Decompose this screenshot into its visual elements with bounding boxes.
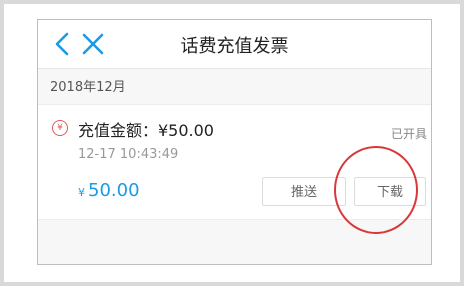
recharge-amount-label: 充值金额：¥50.00 — [78, 121, 214, 140]
invoice-record-card[interactable]: ¥ 充值金额：¥50.00 已开具 12-17 10:43:49 ¥50.00 … — [38, 104, 431, 220]
screenshot-frame: 话费充值发票 2018年12月 ¥ 充值金额：¥50.00 已开具 12-17 … — [4, 4, 460, 282]
download-button[interactable]: 下载 — [354, 177, 426, 206]
currency-symbol: ¥ — [78, 186, 85, 199]
header-bar: 话费充值发票 — [38, 20, 431, 69]
push-button[interactable]: 推送 — [262, 177, 346, 206]
month-section-header: 2018年12月 — [50, 80, 126, 95]
price-value: 50.00 — [88, 180, 140, 201]
status-badge: 已开具 — [390, 127, 427, 141]
price-amount: ¥50.00 — [78, 180, 140, 201]
yen-circle-icon: ¥ — [52, 120, 68, 136]
page-title: 话费充值发票 — [180, 36, 289, 57]
app-screen: 话费充值发票 2018年12月 ¥ 充值金额：¥50.00 已开具 12-17 … — [37, 19, 432, 265]
record-timestamp: 12-17 10:43:49 — [78, 147, 179, 162]
